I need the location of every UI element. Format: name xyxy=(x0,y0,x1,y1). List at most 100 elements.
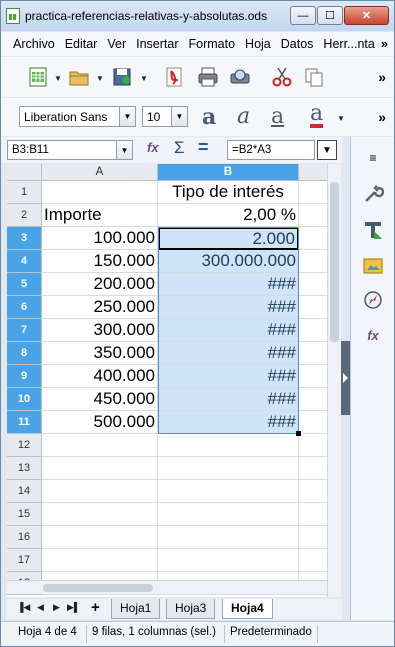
font-name-box[interactable]: Liberation Sans ▼ xyxy=(19,106,136,127)
cell-a4[interactable]: 150.000 xyxy=(42,250,158,273)
sidebar-menu-icon[interactable]: ≡ xyxy=(362,147,384,169)
status-page-style[interactable]: Predeterminado xyxy=(230,626,312,638)
row-header[interactable]: 12 xyxy=(7,434,42,457)
cell-a9[interactable]: 400.000 xyxy=(42,365,158,388)
sidebar-collapse-handle[interactable] xyxy=(341,341,350,415)
font-size-dropdown[interactable]: ▼ xyxy=(171,107,187,126)
formula-input[interactable]: =B2*A3 xyxy=(227,140,315,160)
cell-a14[interactable] xyxy=(42,480,158,503)
select-all-corner[interactable] xyxy=(7,164,42,181)
menu-formato[interactable]: Formato xyxy=(184,37,241,51)
font-color-button[interactable]: a xyxy=(310,103,324,128)
cell-b10[interactable]: ### xyxy=(158,388,299,411)
close-button[interactable]: ✕ xyxy=(344,6,389,25)
menu-archivo[interactable]: Archivo xyxy=(1,37,60,51)
horizontal-scrollbar[interactable] xyxy=(7,580,327,594)
cell-a1[interactable] xyxy=(42,181,158,204)
cell-b15[interactable] xyxy=(158,503,299,526)
properties-icon[interactable] xyxy=(362,183,384,205)
cell-a5[interactable]: 200.000 xyxy=(42,273,158,296)
row-header[interactable]: 9 xyxy=(7,365,42,388)
row-header[interactable]: 5 xyxy=(7,273,42,296)
cell-a17[interactable] xyxy=(42,549,158,572)
menu-insertar[interactable]: Insertar xyxy=(131,37,183,51)
menu-editar[interactable]: Editar xyxy=(60,37,103,51)
copy-icon[interactable] xyxy=(303,66,325,88)
navigator-icon[interactable] xyxy=(362,289,384,311)
cell-a10[interactable]: 450.000 xyxy=(42,388,158,411)
italic-button[interactable]: a xyxy=(237,104,250,129)
new-spreadsheet-icon[interactable] xyxy=(27,66,49,88)
underline-button[interactable]: a xyxy=(271,104,284,129)
spreadsheet-grid[interactable]: A B 1 Tipo de interés 2 Importe 2,00 % 3 100.0… xyxy=(7,164,341,597)
cell-a8[interactable]: 350.000 xyxy=(42,342,158,365)
last-sheet-button[interactable]: ▶▌ xyxy=(67,602,80,613)
menu-ver[interactable]: Ver xyxy=(102,37,131,51)
menu-datos[interactable]: Datos xyxy=(276,37,319,51)
cell-a15[interactable] xyxy=(42,503,158,526)
function-button[interactable]: = xyxy=(198,137,209,158)
menu-hoja[interactable]: Hoja xyxy=(240,37,276,51)
cell-b3[interactable]: 2.000 xyxy=(158,227,299,250)
open-folder-icon[interactable] xyxy=(68,66,90,88)
cell-b14[interactable] xyxy=(158,480,299,503)
sheet-tab-hoja4[interactable]: Hoja4 xyxy=(222,599,273,619)
row-header[interactable]: 11 xyxy=(7,411,42,434)
cell-b8[interactable]: ### xyxy=(158,342,299,365)
horizontal-scroll-thumb[interactable] xyxy=(43,584,153,592)
minimize-button[interactable]: — xyxy=(290,6,316,25)
cell-a16[interactable] xyxy=(42,526,158,549)
cell-b11[interactable]: ### xyxy=(158,411,299,434)
function-wizard-button[interactable]: fx xyxy=(147,140,159,155)
row-header[interactable]: 4 xyxy=(7,250,42,273)
column-header-b[interactable]: B xyxy=(158,164,299,181)
row-header[interactable]: 3 xyxy=(7,227,42,250)
font-name-dropdown[interactable]: ▼ xyxy=(119,107,135,126)
cell-a2[interactable]: Importe xyxy=(42,204,158,227)
cell-b6[interactable]: ### xyxy=(158,296,299,319)
row-header[interactable]: 16 xyxy=(7,526,42,549)
cell-a12[interactable] xyxy=(42,434,158,457)
cell-b4[interactable]: 300.000.000 xyxy=(158,250,299,273)
name-box[interactable]: B3:B11 ▼ xyxy=(7,140,133,160)
cell-a6[interactable]: 250.000 xyxy=(42,296,158,319)
row-header[interactable]: 6 xyxy=(7,296,42,319)
row-header[interactable]: 14 xyxy=(7,480,42,503)
menu-overflow-button[interactable]: » xyxy=(381,36,388,51)
save-dropdown-arrow[interactable]: ▼ xyxy=(140,74,148,83)
add-sheet-button[interactable]: + xyxy=(91,599,100,616)
cell-b16[interactable] xyxy=(158,526,299,549)
cell-b12[interactable] xyxy=(158,434,299,457)
row-header[interactable]: 13 xyxy=(7,457,42,480)
new-dropdown-arrow[interactable]: ▼ xyxy=(54,74,62,83)
font-color-dropdown-arrow[interactable]: ▼ xyxy=(337,114,345,123)
cell-b5[interactable]: ### xyxy=(158,273,299,296)
bold-button[interactable]: a xyxy=(202,104,216,130)
maximize-button[interactable]: ☐ xyxy=(317,6,343,25)
row-header[interactable]: 15 xyxy=(7,503,42,526)
row-header[interactable]: 10 xyxy=(7,388,42,411)
functions-icon[interactable]: fx xyxy=(362,325,384,347)
save-icon[interactable] xyxy=(111,66,133,88)
font-size-box[interactable]: 10 ▼ xyxy=(142,106,188,127)
column-header-a[interactable]: A xyxy=(42,164,158,181)
cell-b9[interactable]: ### xyxy=(158,365,299,388)
row-header[interactable]: 2 xyxy=(7,204,42,227)
name-box-dropdown[interactable]: ▼ xyxy=(116,141,132,159)
toolbar-overflow-button[interactable]: » xyxy=(378,69,386,85)
sheet-tab-hoja1[interactable]: Hoja1 xyxy=(111,599,161,619)
format-toolbar-overflow-button[interactable]: » xyxy=(378,109,386,125)
expand-formula-button[interactable]: ▼ xyxy=(317,140,337,160)
cell-a3[interactable]: 100.000 xyxy=(42,227,158,250)
row-header[interactable]: 17 xyxy=(7,549,42,572)
sum-button[interactable]: Σ xyxy=(174,138,185,158)
cell-b13[interactable] xyxy=(158,457,299,480)
print-icon[interactable] xyxy=(197,66,219,88)
row-header[interactable]: 1 xyxy=(7,181,42,204)
print-preview-icon[interactable] xyxy=(229,66,251,88)
sheet-tab-hoja3[interactable]: Hoja3 xyxy=(166,599,216,619)
export-pdf-icon[interactable] xyxy=(163,66,185,88)
vertical-scrollbar[interactable] xyxy=(327,164,341,597)
open-dropdown-arrow[interactable]: ▼ xyxy=(96,74,104,83)
cell-b1[interactable]: Tipo de interés xyxy=(158,181,299,204)
